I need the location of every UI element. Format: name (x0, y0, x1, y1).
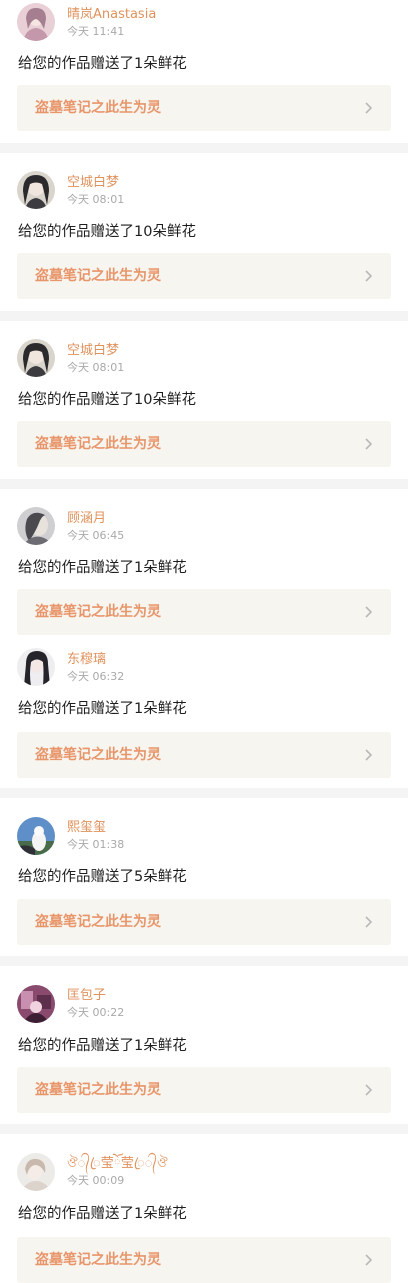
avatar-gray-portrait-icon (17, 507, 55, 545)
timestamp: 今天 06:45 (67, 529, 125, 542)
user-avatar[interactable] (17, 3, 55, 41)
username[interactable]: 空城白梦 (67, 175, 119, 191)
user-avatar[interactable] (17, 648, 55, 686)
work-title: 盗墓笔记之此生为灵 (35, 100, 161, 116)
work-link[interactable]: 盗墓笔记之此生为灵 (17, 1067, 391, 1113)
gift-notification: 晴岚Anastasia 今天 11:41 给您的作品赠送了1朵鲜花 盗墓笔记之此… (0, 0, 408, 143)
work-title: 盗墓笔记之此生为灵 (35, 268, 161, 284)
chevron-right-icon (365, 438, 373, 450)
gift-notification-feed: 晴岚Anastasia 今天 11:41 给您的作品赠送了1朵鲜花 盗墓笔记之此… (0, 0, 408, 1283)
timestamp: 今天 00:09 (67, 1174, 125, 1187)
username[interactable]: 空城白梦 (67, 343, 119, 359)
chevron-right-icon (365, 606, 373, 618)
chevron-right-icon (365, 1084, 373, 1096)
timestamp: 今天 00:22 (67, 1006, 125, 1019)
avatar-blue-sky-icon (17, 817, 55, 855)
chevron-right-icon (365, 916, 373, 928)
timestamp: 今天 01:38 (67, 838, 125, 851)
chevron-right-icon (365, 1254, 373, 1266)
avatar-anime-dark-hair-icon (17, 171, 55, 209)
chevron-right-icon (365, 270, 373, 282)
work-title: 盗墓笔记之此生为灵 (35, 747, 161, 763)
timestamp: 今天 08:01 (67, 361, 125, 374)
work-title: 盗墓笔记之此生为灵 (35, 1252, 161, 1268)
timestamp: 今天 08:01 (67, 193, 125, 206)
work-title: 盗墓笔记之此生为灵 (35, 436, 161, 452)
timestamp: 今天 06:32 (67, 670, 125, 683)
gift-message: 给您的作品赠送了1朵鲜花 (18, 56, 187, 72)
gift-message: 给您的作品赠送了5朵鲜花 (18, 869, 187, 885)
username[interactable]: 熙玺玺 (67, 820, 106, 836)
work-link[interactable]: 盗墓笔记之此生为灵 (17, 421, 391, 467)
timestamp: 今天 11:41 (67, 25, 125, 38)
gift-notification: 东穆璃 今天 06:32 给您的作品赠送了1朵鲜花 盗墓笔记之此生为灵 (0, 647, 408, 788)
avatar-pale-portrait-icon (17, 1153, 55, 1191)
gift-message: 给您的作品赠送了1朵鲜花 (18, 1038, 187, 1054)
work-link[interactable]: 盗墓笔记之此生为灵 (17, 899, 391, 945)
username[interactable]: ঔ᭄ꦿ莹ོ莹ꦿ᭄ঔ (67, 1156, 168, 1172)
user-avatar[interactable] (17, 339, 55, 377)
work-title: 盗墓笔记之此生为灵 (35, 914, 161, 930)
work-title: 盗墓笔记之此生为灵 (35, 1082, 161, 1098)
username[interactable]: 东穆璃 (67, 652, 106, 668)
gift-notification: 顾涵月 今天 06:45 给您的作品赠送了1朵鲜花 盗墓笔记之此生为灵 (0, 489, 408, 647)
gift-message: 给您的作品赠送了1朵鲜花 (18, 701, 187, 717)
user-avatar[interactable] (17, 817, 55, 855)
gift-notification: 熙玺玺 今天 01:38 给您的作品赠送了5朵鲜花 盗墓笔记之此生为灵 (0, 798, 408, 956)
chevron-right-icon (365, 102, 373, 114)
username[interactable]: 匡包子 (67, 988, 106, 1004)
gift-message: 给您的作品赠送了10朵鲜花 (18, 224, 196, 240)
user-avatar[interactable] (17, 1153, 55, 1191)
user-avatar[interactable] (17, 985, 55, 1023)
gift-message: 给您的作品赠送了1朵鲜花 (18, 1206, 187, 1222)
work-title: 盗墓笔记之此生为灵 (35, 604, 161, 620)
user-avatar[interactable] (17, 171, 55, 209)
work-link[interactable]: 盗墓笔记之此生为灵 (17, 1237, 391, 1283)
avatar-purple-scene-icon (17, 985, 55, 1023)
gift-notification: 空城白梦 今天 08:01 给您的作品赠送了10朵鲜花 盗墓笔记之此生为灵 (0, 321, 408, 479)
username[interactable]: 晴岚Anastasia (67, 7, 156, 23)
gift-notification: ঔ᭄ꦿ莹ོ莹ꦿ᭄ঔ 今天 00:09 给您的作品赠送了1朵鲜花 盗墓笔记之此生为… (0, 1134, 408, 1283)
avatar-anime-dark-hair-icon (17, 339, 55, 377)
avatar-girl-pink-icon (17, 3, 55, 41)
work-link[interactable]: 盗墓笔记之此生为灵 (17, 589, 391, 635)
gift-notification: 匡包子 今天 00:22 给您的作品赠送了1朵鲜花 盗墓笔记之此生为灵 (0, 966, 408, 1124)
gift-message: 给您的作品赠送了10朵鲜花 (18, 392, 196, 408)
avatar-long-hair-icon (17, 648, 55, 686)
chevron-right-icon (365, 749, 373, 761)
gift-notification: 空城白梦 今天 08:01 给您的作品赠送了10朵鲜花 盗墓笔记之此生为灵 (0, 153, 408, 311)
username[interactable]: 顾涵月 (67, 511, 106, 527)
gift-message: 给您的作品赠送了1朵鲜花 (18, 560, 187, 576)
work-link[interactable]: 盗墓笔记之此生为灵 (17, 732, 391, 778)
work-link[interactable]: 盗墓笔记之此生为灵 (17, 253, 391, 299)
user-avatar[interactable] (17, 507, 55, 545)
work-link[interactable]: 盗墓笔记之此生为灵 (17, 85, 391, 131)
